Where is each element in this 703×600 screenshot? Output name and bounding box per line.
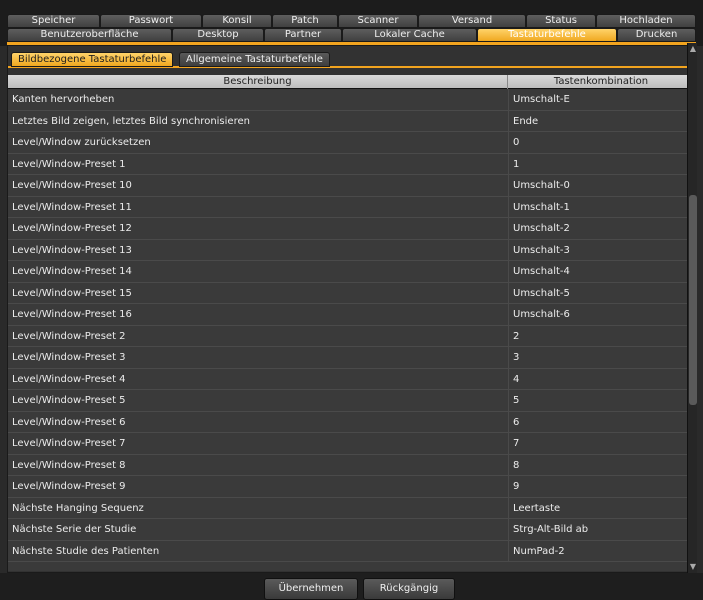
subtab-bar: Bildbezogene Tastaturbefehle Allgemeine … <box>8 52 695 68</box>
column-header-beschreibung[interactable]: Beschreibung <box>8 75 508 89</box>
table-row[interactable]: Level/Window-Preset 11 Umschalt-1 <box>8 196 695 218</box>
keyboard-shortcuts-panel: Bildbezogene Tastaturbefehle Allgemeine … <box>7 45 696 573</box>
settings-tab-bar: Speicher Passwort Konsil Patch Scanner V… <box>0 0 703 46</box>
row-key-combination[interactable]: Ende <box>508 110 688 132</box>
row-key-combination[interactable]: Umschalt-1 <box>508 196 688 218</box>
row-key-combination[interactable]: Umschalt-3 <box>508 239 688 261</box>
tab-tastaturbefehle[interactable]: Tastaturbefehle <box>477 28 617 42</box>
row-description: Nächste Hanging Sequenz <box>12 502 144 514</box>
tab-status[interactable]: Status <box>526 14 596 28</box>
tab-partner[interactable]: Partner <box>264 28 342 42</box>
table-row[interactable]: Level/Window-Preset 15 Umschalt-5 <box>8 282 695 304</box>
table-row[interactable]: Level/Window-Preset 3 3 <box>8 347 695 369</box>
row-key-combination[interactable]: Leertaste <box>508 497 688 519</box>
table-row[interactable]: Level/Window-Preset 16 Umschalt-6 <box>8 304 695 326</box>
row-key-combination[interactable]: Umschalt-5 <box>508 282 688 304</box>
row-description: Level/Window-Preset 16 <box>12 309 132 320</box>
row-description: Level/Window-Preset 5 <box>12 395 126 406</box>
row-description: Level/Window-Preset 15 <box>12 287 132 299</box>
shortcut-table: Beschreibung Tastenkombination Kanten he… <box>8 75 695 571</box>
row-key-combination[interactable]: Umschalt-0 <box>508 175 688 196</box>
row-key-combination[interactable]: 3 <box>508 347 688 368</box>
table-row[interactable]: Level/Window-Preset 4 4 <box>8 368 695 390</box>
row-key-combination[interactable]: Umschalt-6 <box>508 304 688 325</box>
tab-lokaler-cache[interactable]: Lokaler Cache <box>342 28 477 42</box>
table-row[interactable]: Kanten hervorheben Umschalt-E <box>8 89 695 111</box>
tab-patch[interactable]: Patch <box>272 14 338 28</box>
table-row[interactable]: Level/Window zurücksetzen 0 <box>8 132 695 154</box>
row-key-combination[interactable]: Umschalt-2 <box>508 218 688 239</box>
subtab-bildbezogene[interactable]: Bildbezogene Tastaturbefehle <box>11 52 174 67</box>
table-row[interactable]: Level/Window-Preset 6 6 <box>8 411 695 433</box>
row-description: Level/Window-Preset 1 <box>12 158 126 170</box>
row-key-combination[interactable]: 8 <box>508 454 688 476</box>
row-key-combination[interactable]: Umschalt-E <box>508 89 688 110</box>
tab-row-1: Speicher Passwort Konsil Patch Scanner V… <box>7 14 696 28</box>
row-key-combination[interactable]: 2 <box>508 325 688 347</box>
row-description: Level/Window-Preset 10 <box>12 180 132 191</box>
row-description: Level/Window-Preset 9 <box>12 481 126 492</box>
table-row[interactable]: Level/Window-Preset 12 Umschalt-2 <box>8 218 695 240</box>
chevron-down-icon[interactable]: ▼ <box>688 561 698 573</box>
tab-row-2: Benutzeroberfläche Desktop Partner Lokal… <box>7 28 696 42</box>
table-row[interactable]: Level/Window-Preset 14 Umschalt-4 <box>8 261 695 283</box>
table-row[interactable]: Level/Window-Preset 5 5 <box>8 390 695 412</box>
table-row[interactable]: Letztes Bild zeigen, letztes Bild synchr… <box>8 110 695 132</box>
table-row[interactable]: Nächste Serie der Studie Strg-Alt-Bild ab <box>8 519 695 541</box>
table-row[interactable]: Nächste Studie des Patienten NumPad-2 <box>8 540 695 562</box>
row-description: Level/Window-Preset 4 <box>12 373 126 385</box>
row-description: Level/Window-Preset 13 <box>12 244 132 256</box>
row-description: Level/Window-Preset 12 <box>12 223 132 234</box>
row-description: Level/Window-Preset 8 <box>12 459 126 471</box>
row-description: Kanten hervorheben <box>12 94 115 105</box>
row-key-combination[interactable]: NumPad-2 <box>508 540 688 562</box>
tab-konsil[interactable]: Konsil <box>202 14 272 28</box>
row-key-combination[interactable]: 6 <box>508 411 688 433</box>
tab-desktop[interactable]: Desktop <box>172 28 264 42</box>
row-key-combination[interactable]: 1 <box>508 153 688 175</box>
table-row[interactable]: Level/Window-Preset 10 Umschalt-0 <box>8 175 695 197</box>
subtab-allgemeine[interactable]: Allgemeine Tastaturbefehle <box>179 52 330 67</box>
table-scrollbar[interactable]: ▲ ▼ <box>687 43 697 573</box>
tab-hochladen[interactable]: Hochladen <box>596 14 696 28</box>
row-key-combination[interactable]: Umschalt-4 <box>508 261 688 282</box>
tab-benutzeroberflaeche[interactable]: Benutzeroberfläche <box>7 28 172 42</box>
column-header-tastenkombination[interactable]: Tastenkombination <box>508 75 695 89</box>
row-key-combination[interactable]: 5 <box>508 390 688 411</box>
tab-versand[interactable]: Versand <box>418 14 526 28</box>
table-row[interactable]: Level/Window-Preset 13 Umschalt-3 <box>8 239 695 261</box>
row-key-combination[interactable]: 4 <box>508 368 688 390</box>
row-description: Level/Window-Preset 11 <box>12 201 132 213</box>
undo-button[interactable]: Rückgängig <box>363 578 455 600</box>
tab-speicher[interactable]: Speicher <box>7 14 100 28</box>
table-row[interactable]: Level/Window-Preset 9 9 <box>8 476 695 498</box>
row-description: Level/Window-Preset 2 <box>12 330 126 342</box>
row-key-combination[interactable]: 9 <box>508 476 688 497</box>
table-row[interactable]: Level/Window-Preset 1 1 <box>8 153 695 175</box>
table-row[interactable]: Nächste Hanging Sequenz Leertaste <box>8 497 695 519</box>
tab-drucken[interactable]: Drucken <box>617 28 696 42</box>
table-header: Beschreibung Tastenkombination <box>8 75 695 89</box>
row-description: Nächste Studie des Patienten <box>12 545 160 557</box>
tab-scanner[interactable]: Scanner <box>338 14 418 28</box>
row-description: Level/Window-Preset 7 <box>12 438 126 449</box>
row-description: Level/Window-Preset 14 <box>12 266 132 277</box>
table-row[interactable]: Level/Window-Preset 7 7 <box>8 433 695 455</box>
table-row[interactable]: Level/Window-Preset 8 8 <box>8 454 695 476</box>
footer-bar: Übernehmen Rückgängig <box>0 573 703 600</box>
row-description: Letztes Bild zeigen, letztes Bild synchr… <box>12 115 250 127</box>
scrollbar-thumb[interactable] <box>689 195 697 405</box>
tab-passwort[interactable]: Passwort <box>100 14 202 28</box>
row-description: Nächste Serie der Studie <box>12 524 137 535</box>
row-key-combination[interactable]: 0 <box>508 132 688 153</box>
row-key-combination[interactable]: 7 <box>508 433 688 454</box>
row-key-combination[interactable]: Strg-Alt-Bild ab <box>508 519 688 540</box>
row-description: Level/Window-Preset 3 <box>12 352 126 363</box>
table-row[interactable]: Level/Window-Preset 2 2 <box>8 325 695 347</box>
apply-button[interactable]: Übernehmen <box>264 578 358 600</box>
row-description: Level/Window-Preset 6 <box>12 416 126 428</box>
row-description: Level/Window zurücksetzen <box>12 137 151 148</box>
chevron-up-icon[interactable]: ▲ <box>688 43 698 55</box>
table-body: Kanten hervorheben Umschalt-E Letztes Bild… <box>8 89 695 571</box>
